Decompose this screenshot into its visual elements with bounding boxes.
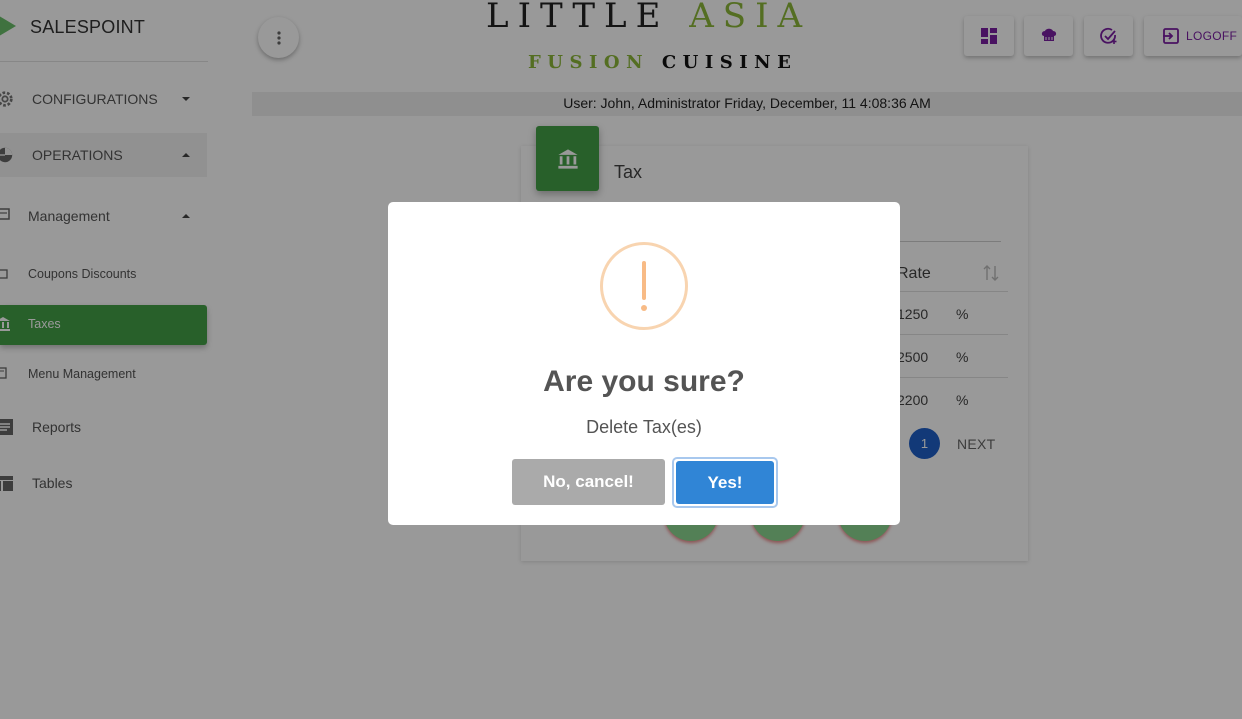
warning-icon-bar [642,261,646,300]
confirm-button[interactable]: Yes! [676,461,774,504]
warning-icon-dot [641,305,647,311]
dialog-title: Are you sure? [543,365,745,398]
confirm-dialog: Are you sure? Delete Tax(es) No, cancel!… [388,202,900,525]
dialog-message: Delete Tax(es) [586,417,702,437]
cancel-button[interactable]: No, cancel! [512,459,665,505]
